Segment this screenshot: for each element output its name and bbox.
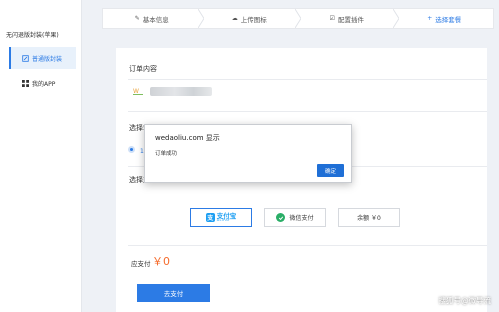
divider	[128, 79, 487, 80]
svg-text:W: W	[133, 88, 139, 95]
sidebar-item-label: 普通版封装	[32, 55, 63, 63]
edit-icon: ☑	[329, 15, 335, 22]
step-configure-plugins[interactable]: ☑ 配置插件	[298, 9, 399, 28]
plan-radio-button[interactable]	[128, 146, 135, 153]
amount-due-value: ￥0	[152, 255, 170, 268]
dialog-message: 订单成功	[155, 151, 178, 157]
app-logo-icon: W	[132, 86, 144, 96]
order-content-label: 订单内容	[129, 65, 157, 73]
balance-label: 余额 ￥0	[357, 215, 381, 222]
step-label: 基本信息	[142, 15, 169, 24]
step-upload-icon[interactable]: ☁ 上传图标	[201, 9, 301, 28]
cloud-upload-icon: ☁	[231, 15, 238, 22]
step-label: 配置插件	[337, 15, 364, 24]
sidebar-item-normal-package[interactable]: 普通版封装	[9, 47, 76, 69]
wechat-pay-label: 微信支付	[289, 215, 314, 222]
edit-icon	[22, 54, 29, 62]
dialog-ok-button[interactable]: 确定	[317, 164, 344, 177]
pay-button[interactable]: 去支付	[137, 284, 210, 302]
divider	[128, 245, 487, 246]
step-separator	[392, 9, 399, 28]
pencil-icon: ✎	[134, 15, 140, 22]
sidebar-item-my-app[interactable]: 我的APP	[9, 72, 76, 94]
step-separator	[197, 9, 204, 28]
alipay-option[interactable]: 支 支付宝 ALIPAY	[190, 208, 252, 227]
watermark: 搜狐号@微导流	[438, 296, 492, 305]
alipay-icon: 支	[205, 213, 215, 222]
wechat-icon	[276, 213, 286, 222]
alipay-label-en: ALIPAY	[216, 218, 231, 222]
blurred-app-name	[150, 87, 212, 96]
step-label: 选择套餐	[435, 15, 462, 24]
step-label: 上传图标	[240, 15, 267, 24]
balance-option[interactable]: 余额 ￥0	[338, 208, 400, 227]
amount-due-label: 应支付	[131, 260, 151, 268]
step-separator	[295, 9, 301, 28]
step-basic-info[interactable]: ✎ 基本信息	[103, 9, 204, 28]
sidebar-item-label: 我的APP	[32, 80, 56, 88]
sidebar-title: 无闪退版封装(苹果)	[6, 32, 59, 39]
step-select-plan[interactable]: + 选择套餐	[396, 9, 494, 28]
wechat-pay-option[interactable]: 微信支付	[264, 208, 326, 227]
grid-icon	[22, 79, 29, 87]
divider	[128, 111, 487, 112]
step-progress-bar: ✎ 基本信息 ☁ 上传图标 ☑ 配置插件 + 选择套餐	[102, 8, 494, 29]
dialog-title: wedaoliu.com 显示	[155, 134, 220, 142]
sidebar: 无闪退版封装(苹果) 普通版封装 我的APP	[0, 0, 82, 312]
plus-icon: +	[427, 15, 433, 22]
alert-dialog: wedaoliu.com 显示 订单成功 确定	[144, 124, 352, 183]
